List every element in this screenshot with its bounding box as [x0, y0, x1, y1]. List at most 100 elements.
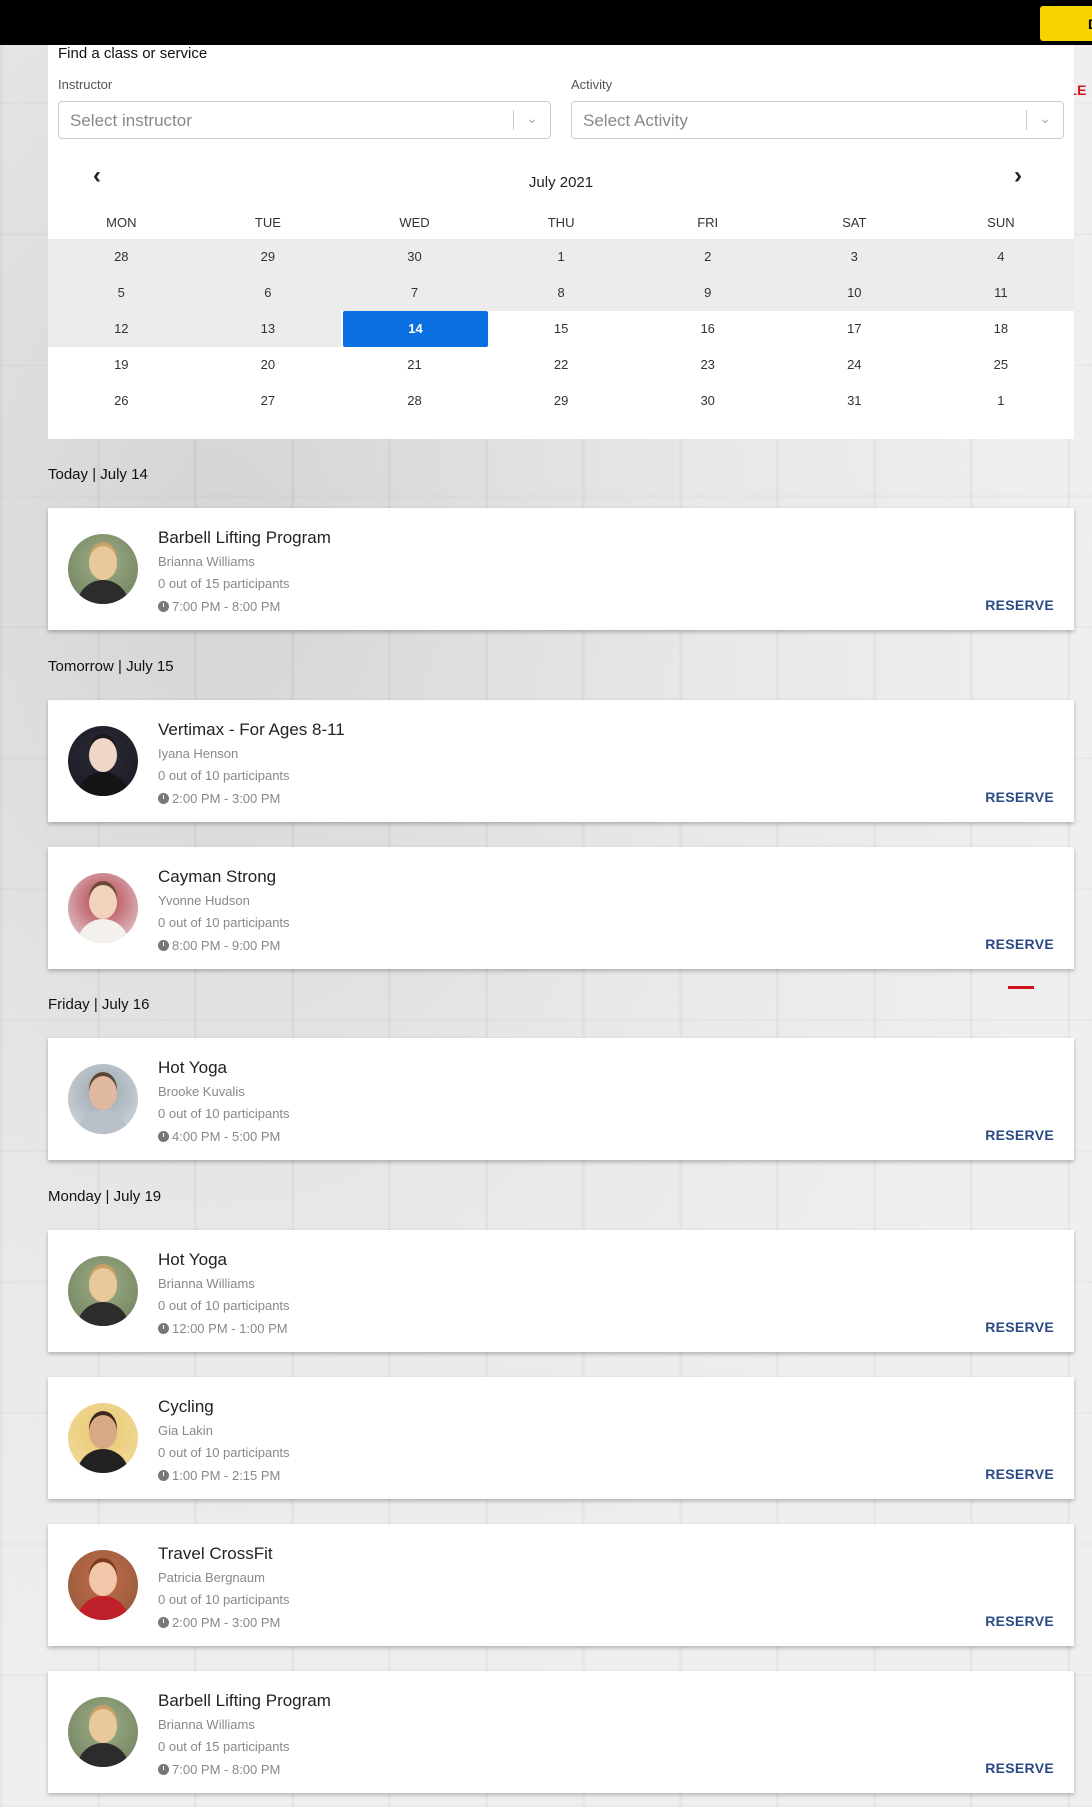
class-time: 7:00 PM - 8:00 PM [172, 1762, 281, 1777]
decorative-red-divider [1008, 986, 1034, 989]
class-time-row: 4:00 PM - 5:00 PM [158, 1129, 280, 1144]
calendar-day[interactable]: 17 [781, 311, 928, 347]
calendar-day[interactable]: 24 [781, 347, 928, 383]
calendar-day[interactable]: 29 [194, 239, 342, 275]
reserve-button[interactable]: RESERVE [985, 597, 1054, 613]
instructor-avatar [68, 1697, 138, 1767]
calendar-day[interactable]: 22 [488, 347, 635, 383]
calendar-day[interactable]: 12 [48, 311, 195, 347]
reserve-button[interactable]: RESERVE [985, 1127, 1054, 1143]
calendar-day[interactable]: 10 [781, 275, 928, 311]
calendar-day-selected[interactable]: 14 [343, 311, 488, 347]
reserve-button[interactable]: RESERVE [985, 789, 1054, 805]
class-time-row: 12:00 PM - 1:00 PM [158, 1321, 288, 1336]
activity-select[interactable]: Select Activity ⌄ [571, 101, 1064, 139]
instructor-avatar [68, 1256, 138, 1326]
weekday-header: FRI [697, 215, 719, 230]
class-name[interactable]: Cayman Strong [158, 867, 276, 887]
reserve-button[interactable]: RESERVE [985, 1760, 1054, 1776]
calendar-day[interactable]: 20 [195, 347, 342, 383]
chevron-down-icon: ⌄ [1039, 110, 1051, 126]
calendar-day[interactable]: 4 [927, 239, 1075, 275]
calendar-day[interactable]: 9 [634, 275, 781, 311]
class-time: 2:00 PM - 3:00 PM [172, 1615, 281, 1630]
reserve-button[interactable]: RESERVE [985, 1319, 1054, 1335]
calendar-day[interactable]: 16 [634, 311, 781, 347]
calendar-day[interactable]: 30 [634, 383, 781, 419]
class-name[interactable]: Barbell Lifting Program [158, 1691, 331, 1711]
class-participants: 0 out of 10 participants [158, 1298, 290, 1313]
class-name[interactable]: Cycling [158, 1397, 214, 1417]
calendar-day[interactable]: 28 [341, 383, 488, 419]
reserve-button[interactable]: RESERVE [985, 936, 1054, 952]
calendar-day[interactable]: 21 [341, 347, 488, 383]
class-card: Travel CrossFit Patricia Bergnaum 0 out of… [48, 1524, 1074, 1646]
class-time: 8:00 PM - 9:00 PM [172, 938, 281, 953]
class-participants: 0 out of 15 participants [158, 576, 290, 591]
class-card: Cycling Gia Lakin 0 out of 10 participants… [48, 1377, 1074, 1499]
class-card: Vertimax - For Ages 8-11 Iyana Henson 0 ou… [48, 700, 1074, 822]
calendar-day[interactable]: 30 [341, 239, 488, 275]
instructor-select-placeholder: Select instructor [70, 111, 192, 130]
calendar-day[interactable]: 29 [488, 383, 635, 419]
header-cta-button[interactable]: D [1040, 6, 1092, 41]
calendar-day[interactable]: 19 [48, 347, 195, 383]
calendar-day[interactable]: 3 [781, 239, 928, 275]
reserve-button[interactable]: RESERVE [985, 1466, 1054, 1482]
class-time: 4:00 PM - 5:00 PM [172, 1129, 281, 1144]
calendar-day[interactable]: 15 [488, 311, 635, 347]
clock-icon [158, 940, 169, 951]
chevron-down-icon: ⌄ [526, 110, 538, 126]
class-time-row: 8:00 PM - 9:00 PM [158, 938, 280, 953]
clock-icon [158, 793, 169, 804]
weekday-header: MON [106, 215, 137, 230]
next-month-icon[interactable]: › [1014, 162, 1022, 190]
instructor-label: Instructor [58, 77, 113, 92]
calendar-day[interactable]: 31 [781, 383, 928, 419]
clock-icon [158, 1470, 169, 1481]
calendar-day[interactable]: 7 [341, 275, 488, 311]
avatar-body [77, 919, 129, 943]
weekday-header: THU [547, 215, 575, 230]
calendar-day[interactable]: 1 [487, 239, 635, 275]
class-time: 2:00 PM - 3:00 PM [172, 791, 281, 806]
class-name[interactable]: Barbell Lifting Program [158, 528, 331, 548]
class-instructor: Yvonne Hudson [158, 893, 250, 908]
calendar-day[interactable]: 1 [928, 383, 1075, 419]
calendar-day[interactable]: 18 [928, 311, 1075, 347]
class-card: Cayman Strong Yvonne Hudson 0 out of 10 pa… [48, 847, 1074, 969]
instructor-avatar [68, 873, 138, 943]
avatar-body [77, 1302, 129, 1326]
calendar-day[interactable]: 13 [194, 311, 342, 347]
calendar-day[interactable]: 28 [48, 239, 195, 275]
weekday-header: WED [399, 215, 430, 230]
class-time-row: 7:00 PM - 8:00 PM [158, 1762, 280, 1777]
class-instructor: Brianna Williams [158, 1717, 255, 1732]
class-name[interactable]: Travel CrossFit [158, 1544, 273, 1564]
instructor-avatar [68, 726, 138, 796]
class-name[interactable]: Vertimax - For Ages 8-11 [158, 720, 345, 740]
class-time: 7:00 PM - 8:00 PM [172, 599, 281, 614]
filter-panel: Find a class or service Instructor Selec… [48, 45, 1075, 439]
avatar-head [89, 738, 117, 772]
day-section-heading: Tomorrow | July 15 [48, 658, 174, 675]
calendar-day[interactable]: 26 [48, 383, 195, 419]
calendar-day[interactable]: 11 [927, 275, 1075, 311]
avatar-body [77, 1743, 129, 1767]
calendar-day[interactable]: 6 [194, 275, 342, 311]
calendar-day[interactable]: 2 [634, 239, 781, 275]
class-card: Barbell Lifting Program Brianna Williams 0… [48, 1671, 1074, 1793]
class-name[interactable]: Hot Yoga [158, 1250, 227, 1270]
class-instructor: Patricia Bergnaum [158, 1570, 265, 1585]
instructor-select[interactable]: Select instructor ⌄ [58, 101, 551, 139]
calendar-day[interactable]: 8 [487, 275, 635, 311]
reserve-button[interactable]: RESERVE [985, 1613, 1054, 1629]
calendar-day[interactable]: 23 [634, 347, 781, 383]
calendar-day[interactable]: 5 [48, 275, 195, 311]
calendar-day[interactable]: 27 [195, 383, 342, 419]
avatar-head [89, 1415, 117, 1449]
calendar-day[interactable]: 25 [928, 347, 1075, 383]
class-instructor: Brooke Kuvalis [158, 1084, 245, 1099]
class-name[interactable]: Hot Yoga [158, 1058, 227, 1078]
filter-title: Find a class or service [58, 45, 208, 62]
